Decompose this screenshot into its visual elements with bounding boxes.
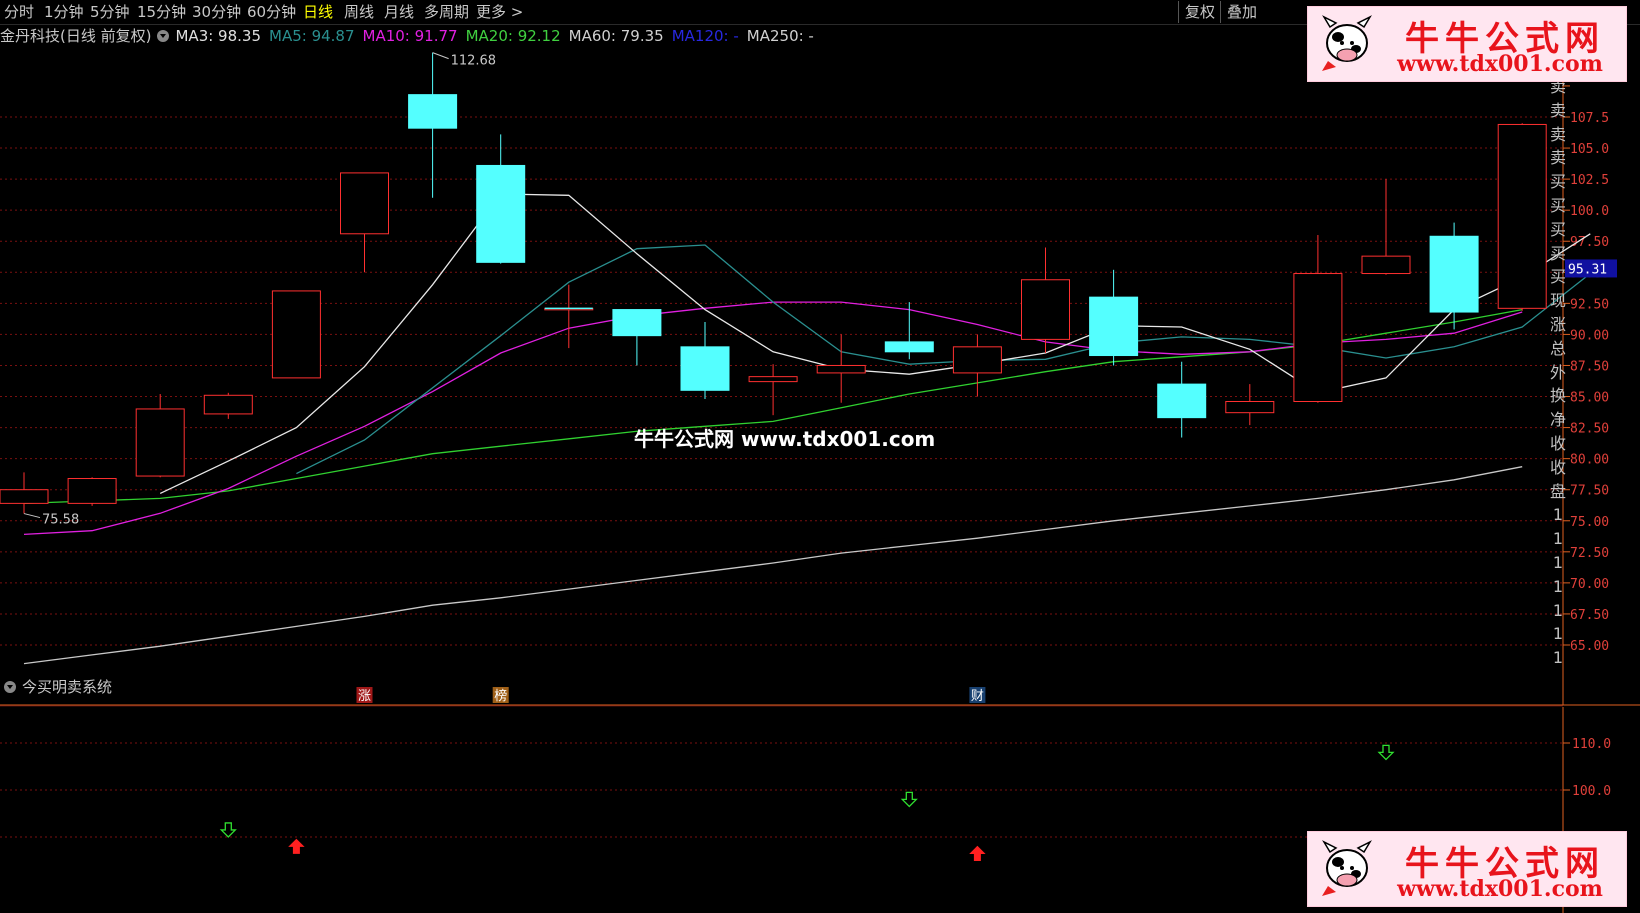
event-marker-label: 财 [971,689,984,704]
high-price-label: 112.68 [451,54,497,69]
current-price-label: 95.31 [1568,262,1607,277]
watermark-bottom: 牛牛公式网 www.tdx001.com [1307,831,1627,907]
price-tick-label: 80.00 [1570,453,1609,468]
indicator-title-bar: 今买明卖系统 [2,676,112,697]
event-marker-label: 榜 [494,688,507,704]
price-tick-label: 107.5 [1570,111,1609,126]
low-price-label: 75.58 [42,513,79,528]
candle-body-up [203,394,253,415]
side-strip-char: 收 [1549,433,1566,453]
side-strip-char: 1 [1552,648,1564,668]
side-strip-char: 1 [1552,552,1564,572]
event-marker-label: 涨 [358,689,371,704]
price-tick-label: 82.50 [1570,422,1609,437]
side-strip-char: 盘 [1549,481,1566,501]
side-strip-char: 净 [1549,410,1566,430]
price-tick-label: 85.00 [1570,391,1609,406]
event-markers: 涨榜财 [356,687,986,704]
price-tick-label: 65.00 [1570,639,1609,654]
side-strip-char: 涨 [1549,314,1566,334]
price-tick-label: 92.50 [1570,297,1609,312]
candle-body-down [1089,296,1139,357]
candle-body-down [680,346,730,391]
cow-logo-icon [1322,840,1372,896]
price-tick-label: 87.50 [1570,359,1609,374]
watermark-url: www.tdx001.com [1397,51,1603,77]
side-strip-char: 卖 [1549,148,1566,168]
candle-body-down [1157,383,1207,419]
price-tick-label: 102.5 [1570,173,1609,188]
side-strip-char: 外 [1549,362,1566,382]
sell-arrow-icon [1377,744,1395,761]
candle-body-down [884,341,934,353]
candle-body-up [1225,400,1275,414]
buy-arrow-icon [969,845,986,861]
price-tick-label: 105.0 [1570,142,1609,157]
side-strip-char: 1 [1552,505,1564,525]
side-strip-char: 现 [1549,291,1566,311]
price-tick-label: 75.00 [1570,515,1609,530]
candle-body-up [748,376,798,383]
candle-body-down [1429,235,1479,313]
low-pointer-line [23,513,41,519]
side-strip-char: 卖 [1549,100,1566,120]
side-strip-char: 1 [1552,624,1564,644]
watermark-url: www.tdx001.com [1397,876,1603,902]
price-annotations: 112.68 75.58 95.31 [23,52,1617,528]
side-strip-char: 买 [1549,195,1566,215]
candle-body-up [1021,279,1070,340]
price-tick-label: 90.00 [1570,328,1609,343]
price-tick-label: 100.0 [1570,204,1609,219]
price-tick-label: 77.50 [1570,484,1609,499]
candle-body-up [67,478,117,504]
price-tick-label: 72.50 [1570,546,1609,561]
side-strip-char: 买 [1549,243,1566,263]
sell-arrow-icon [900,791,918,808]
side-strip-char: 换 [1549,386,1566,406]
candle-body-up [1497,123,1547,309]
indicator-title: 今买明卖系统 [22,678,113,696]
side-strip-char: 买 [1549,267,1566,287]
center-watermark: 牛牛公式网 www.tdx001.com [634,427,936,451]
cow-logo-icon [1322,15,1372,71]
ma60-line [23,466,1523,665]
candle-body-up [816,364,866,374]
candle-body-down [612,309,662,337]
side-strip-char: 买 [1549,172,1566,192]
indicator-dropdown-icon[interactable] [4,680,16,693]
side-strip-char: 总 [1549,338,1566,358]
side-strip-char: 1 [1552,576,1564,596]
kline-chart[interactable]: 107.5105.0102.5100.097.5095.0092.5090.00… [0,0,1640,913]
side-info-strip: 卖卖卖卖买买买买买现涨总外换净收收盘1111111 [1548,75,1568,670]
candle-body-up [340,172,389,235]
price-tick-label: 70.00 [1570,577,1609,592]
candle-body-up [1361,255,1411,275]
stock-chart-app: 分时 1分钟 5分钟 15分钟 30分钟 60分钟 日线 周线 月线 多周期 更… [0,0,1640,913]
side-strip-char: 买 [1549,219,1566,239]
buy-arrow-icon [288,838,305,854]
watermark-top: 牛牛公式网 www.tdx001.com [1307,6,1627,82]
candle-body-down [476,164,526,263]
high-pointer-line [432,52,449,60]
side-strip-char: 卖 [1549,124,1566,144]
price-tick-label: 67.50 [1570,608,1609,623]
side-strip-char: 1 [1552,529,1564,549]
indicator-tick-label: 110.0 [1572,737,1611,752]
side-strip-char: 1 [1552,600,1564,620]
candle-body-down [408,94,458,129]
side-strip-char: 收 [1549,457,1566,477]
sell-arrow-icon [219,822,237,838]
candle-body-up [1293,273,1343,402]
candle-body-up [135,408,185,477]
candle-body-up [952,346,1002,374]
candle-body-up [0,489,49,504]
candle-body-up [271,290,321,379]
indicator-tick-label: 100.0 [1572,784,1611,799]
price-tick-labels: 107.5105.0102.5100.097.5095.0092.5090.00… [1570,111,1609,654]
